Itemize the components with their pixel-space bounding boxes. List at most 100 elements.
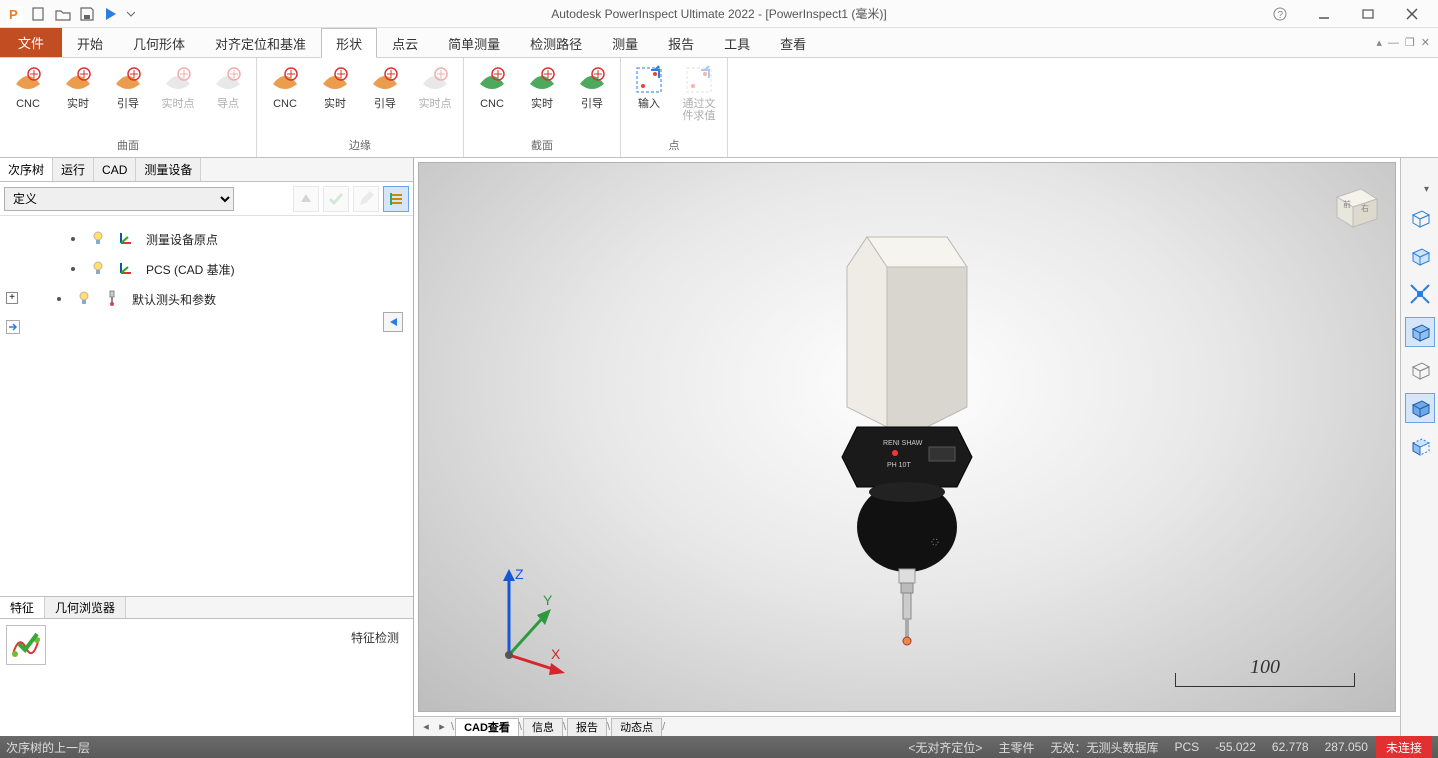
view-cube[interactable]: 前 右 — [1325, 177, 1381, 233]
left-tab-CAD[interactable]: CAD — [94, 158, 136, 181]
mdi-restore-icon[interactable]: ❐ — [1405, 36, 1415, 49]
ribbon-截面-实时[interactable]: 实时 — [520, 62, 564, 112]
ribbon-label: 实时 — [531, 98, 553, 110]
ribbon-label: 导点 — [217, 98, 239, 110]
ribbon-曲面-实时[interactable]: 实时 — [56, 62, 100, 112]
left-toolbar: 定义 — [0, 182, 413, 216]
ribbon: CNC 实时 引导 实时点 导点曲面 CNC 实时 — [0, 58, 1438, 158]
minimize-button[interactable] — [1304, 1, 1344, 27]
check-button — [323, 186, 349, 212]
ribbon-icon — [12, 64, 44, 96]
ribbon-曲面-导点: 导点 — [206, 62, 250, 112]
ribbon-曲面-引导[interactable]: 引导 — [106, 62, 150, 112]
menu-形状[interactable]: 形状 — [321, 28, 377, 58]
menu-几何形体[interactable]: 几何形体 — [118, 28, 200, 57]
ribbon-label: 实时 — [67, 98, 89, 110]
ribbon-边缘-CNC[interactable]: CNC — [263, 62, 307, 112]
save-icon[interactable] — [78, 5, 96, 23]
feature-check-icon[interactable] — [6, 625, 46, 665]
menu-工具[interactable]: 工具 — [709, 28, 765, 57]
file-menu[interactable]: 文件 — [0, 28, 62, 57]
open-icon[interactable] — [54, 5, 72, 23]
close-button[interactable] — [1392, 1, 1432, 27]
left-tab-运行[interactable]: 运行 — [53, 158, 94, 181]
view-tab-信息[interactable]: 信息 — [523, 718, 563, 736]
ribbon-label: 实时 — [324, 98, 346, 110]
iso-box-icon[interactable] — [1405, 317, 1435, 347]
hidden-line-icon[interactable] — [1405, 355, 1435, 385]
status-connection[interactable]: 未连接 — [1376, 736, 1432, 758]
svg-text:Y: Y — [543, 592, 553, 608]
shaded-open-icon[interactable] — [1405, 241, 1435, 271]
ribbon-group-label: 曲面 — [6, 135, 250, 157]
ribbon-边缘-实时[interactable]: 实时 — [313, 62, 357, 112]
tree-node[interactable]: 测量设备原点 — [4, 224, 409, 254]
enter-icon[interactable] — [6, 320, 20, 334]
menu-报告[interactable]: 报告 — [653, 28, 709, 57]
status-alignment: <无对齐定位> — [900, 739, 990, 756]
left-tab-次序树[interactable]: 次序树 — [0, 158, 53, 181]
left-panel: 次序树运行CAD测量设备 定义 测量设备原点PCS (CAD 基准) 默认测头和参… — [0, 158, 414, 736]
svg-text:前: 前 — [1343, 199, 1351, 209]
3d-canvas[interactable]: RENI SHAW PH 10T — [418, 162, 1396, 712]
view-tabs: ◂ ▸ \CAD查看\信息\报告\动态点/ — [414, 716, 1400, 736]
menu-开始[interactable]: 开始 — [62, 28, 118, 57]
ribbon-曲面-CNC[interactable]: CNC — [6, 62, 50, 112]
list-button[interactable] — [383, 186, 409, 212]
menu-bar: 文件 开始几何形体对齐定位和基准形状点云简单测量检测路径测量报告工具查看 ▴ —… — [0, 28, 1438, 58]
mdi-close-icon[interactable]: ✕ — [1421, 36, 1430, 49]
ribbon-点-输入[interactable]: 输入 — [627, 62, 671, 112]
help-icon[interactable]: ? — [1260, 1, 1300, 27]
back-arrow-button[interactable] — [383, 312, 403, 332]
menu-测量[interactable]: 测量 — [597, 28, 653, 57]
origin-icon — [118, 230, 136, 248]
sequence-tree[interactable]: 测量设备原点PCS (CAD 基准) 默认测头和参数 + — [0, 216, 413, 596]
ribbon-label: 实时点 — [419, 98, 452, 110]
feature-tab-几何浏览器[interactable]: 几何浏览器 — [45, 597, 126, 618]
qat-dropdown-icon[interactable] — [126, 5, 136, 23]
ribbon-截面-CNC[interactable]: CNC — [470, 62, 514, 112]
menu-检测路径[interactable]: 检测路径 — [515, 28, 597, 57]
title-bar: P Autodesk PowerInspect Ultimate 2022 - … — [0, 0, 1438, 28]
tree-label: 默认测头和参数 — [132, 291, 216, 308]
right-toolbar: ▾ — [1400, 158, 1438, 736]
lightbulb-icon — [90, 230, 108, 248]
new-icon[interactable] — [30, 5, 48, 23]
menu-对齐定位和基准[interactable]: 对齐定位和基准 — [200, 28, 321, 57]
ribbon-边缘-实时点: 实时点 — [413, 62, 457, 112]
window-title: Autodesk PowerInspect Ultimate 2022 - [P… — [551, 5, 886, 22]
tree-node[interactable]: PCS (CAD 基准) — [4, 254, 409, 284]
svg-text:?: ? — [1278, 10, 1284, 21]
tree-node[interactable]: 默认测头和参数 — [4, 284, 409, 314]
edit-button — [353, 186, 379, 212]
run-icon[interactable] — [102, 5, 120, 23]
ribbon-label: 引导 — [117, 98, 139, 110]
left-tab-测量设备[interactable]: 测量设备 — [136, 158, 201, 181]
shaded-solid-icon[interactable] — [1405, 393, 1435, 423]
ribbon-collapse-icon[interactable]: ▴ — [1376, 36, 1382, 49]
wireframe-icon[interactable] — [1405, 203, 1435, 233]
ribbon-截面-引导[interactable]: 引导 — [570, 62, 614, 112]
fit-icon[interactable] — [1405, 279, 1435, 309]
mdi-minimize-icon[interactable]: — — [1388, 37, 1399, 49]
probe-icon — [104, 290, 122, 308]
ribbon-边缘-引导[interactable]: 引导 — [363, 62, 407, 112]
expand-icon[interactable]: + — [6, 292, 18, 304]
ribbon-label: 引导 — [374, 98, 396, 110]
tree-bullet-icon — [52, 292, 66, 306]
tree-bullet-icon — [66, 262, 80, 276]
section-icon[interactable] — [1405, 431, 1435, 461]
view-tab-CAD查看[interactable]: CAD查看 — [455, 718, 519, 736]
menu-查看[interactable]: 查看 — [765, 28, 821, 57]
feature-tab-特征[interactable]: 特征 — [0, 597, 45, 618]
maximize-button[interactable] — [1348, 1, 1388, 27]
collapse-toolbar-icon[interactable]: ▾ — [1424, 184, 1438, 195]
tab-scroll-right-icon[interactable]: ▸ — [434, 720, 450, 733]
view-tab-动态点[interactable]: 动态点 — [611, 718, 662, 736]
view-tab-报告[interactable]: 报告 — [567, 718, 607, 736]
definition-select[interactable]: 定义 — [4, 187, 234, 211]
status-y: 62.778 — [1264, 740, 1317, 754]
menu-点云[interactable]: 点云 — [377, 28, 433, 57]
menu-简单测量[interactable]: 简单测量 — [433, 28, 515, 57]
tab-scroll-left-icon[interactable]: ◂ — [418, 720, 434, 733]
